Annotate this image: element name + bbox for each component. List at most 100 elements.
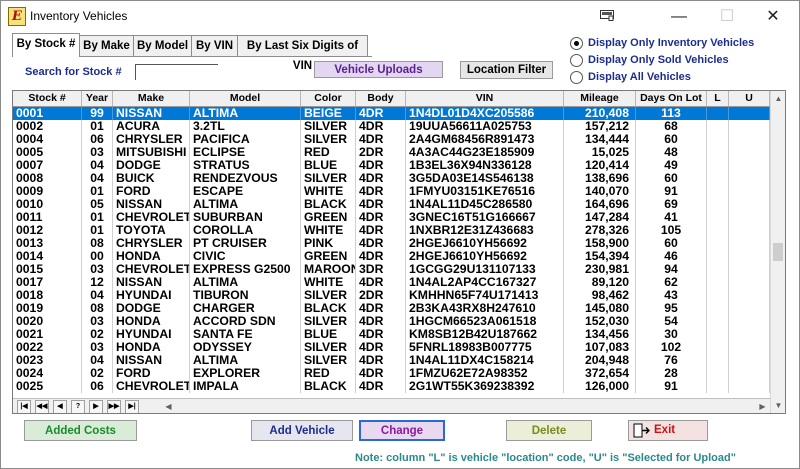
radio-button[interactable] <box>570 37 583 50</box>
table-cell: 4DR <box>356 198 406 211</box>
close-icon[interactable]: ✕ <box>750 4 796 30</box>
radio-button[interactable] <box>570 71 583 84</box>
record-nav-button[interactable]: ▶ <box>89 400 103 413</box>
table-row[interactable]: 0004 06 CHRYSLER PACIFICA SILVER 4DR 2A4GM6845… <box>13 133 770 146</box>
table-cell: 60 <box>636 133 707 146</box>
column-header[interactable]: Model <box>190 91 301 106</box>
keyboard-icon[interactable] <box>600 10 614 21</box>
added-costs-button[interactable]: Added Costs <box>24 420 137 441</box>
table-row[interactable]: 0014 00 HONDA CIVIC GREEN 4DR 2HGEJ6610YH56692… <box>13 250 770 263</box>
add-vehicle-button[interactable]: Add Vehicle <box>251 420 353 441</box>
column-header[interactable]: VIN <box>406 91 564 106</box>
vertical-scrollbar[interactable]: ▲ ▼ <box>770 91 785 413</box>
record-nav-button[interactable]: ? <box>71 400 85 413</box>
column-header[interactable]: Color <box>301 91 356 106</box>
change-button[interactable]: Change <box>359 420 445 441</box>
tab-by-vin[interactable]: By VIN <box>191 35 238 56</box>
table-cell: ACURA <box>113 120 190 133</box>
table-cell: 147,284 <box>564 211 636 224</box>
table-cell: 0013 <box>13 237 82 250</box>
record-nav-button[interactable]: ◀◀ <box>35 400 49 413</box>
table-cell: 2G1WT55K369238392 <box>406 380 564 393</box>
delete-button[interactable]: Delete <box>506 420 592 441</box>
table-cell: SILVER <box>301 120 356 133</box>
table-cell: ODYSSEY <box>190 341 301 354</box>
table-cell: 54 <box>636 315 707 328</box>
exit-button[interactable]: Exit <box>628 420 708 441</box>
table-row[interactable]: 0005 03 MITSUBISHI ECLIPSE RED 2DR 4A3AC44G23E… <box>13 146 770 159</box>
table-row[interactable]: 0007 04 DODGE STRATUS BLUE 4DR 1B3EL36X94N3361… <box>13 159 770 172</box>
table-row[interactable]: 0018 04 HYUNDAI TIBURON SILVER 2DR KMHHN65F74U… <box>13 289 770 302</box>
scroll-up-icon[interactable]: ▲ <box>771 91 785 106</box>
search-stock-input[interactable] <box>135 64 218 80</box>
table-row[interactable]: 0011 01 CHEVROLET SUBURBAN GREEN 4DR 3GNEC16T5… <box>13 211 770 224</box>
scroll-right-icon[interactable]: ▶ <box>755 400 770 413</box>
table-cell: 46 <box>636 250 707 263</box>
table-row[interactable]: 0025 06 CHEVROLET IMPALA BLACK 4DR 2G1WT55K369… <box>13 380 770 393</box>
scroll-left-icon[interactable]: ◀ <box>161 400 176 413</box>
table-cell: 02 <box>82 367 113 380</box>
table-cell: 06 <box>82 380 113 393</box>
tab-by-make[interactable]: By Make <box>79 35 134 56</box>
column-header[interactable]: Year <box>82 91 113 106</box>
table-cell: 120,414 <box>564 159 636 172</box>
table-row[interactable]: 0010 05 NISSAN ALTIMA BLACK 4DR 1N4AL11D45C286… <box>13 198 770 211</box>
table-cell: 4DR <box>356 315 406 328</box>
horizontal-scrollbar[interactable]: ◀ ▶ <box>161 400 770 413</box>
inventory-window: E Inventory Vehicles — ☐ ✕ By Stock # By… <box>0 0 800 469</box>
table-row[interactable]: 0013 08 CHRYSLER PT CRUISER PINK 4DR 2HGEJ6610… <box>13 237 770 250</box>
column-header[interactable]: L <box>707 91 729 106</box>
table-cell: 0009 <box>13 185 82 198</box>
minimize-icon[interactable]: — <box>656 4 702 30</box>
location-filter-button[interactable]: Location Filter <box>460 61 553 79</box>
record-nav-button[interactable]: ▶| <box>125 400 139 413</box>
table-cell <box>729 133 770 146</box>
radio-button[interactable] <box>570 54 583 67</box>
column-header[interactable]: Mileage <box>564 91 636 106</box>
table-row[interactable]: 0022 03 HONDA ODYSSEY SILVER 4DR 5FNRL18983B00… <box>13 341 770 354</box>
tab-by-last-six-vin[interactable]: By Last Six Digits of VIN <box>237 35 368 72</box>
table-row[interactable]: 0012 01 TOYOTA COROLLA WHITE 4DR 1NXBR12E31Z43… <box>13 224 770 237</box>
table-cell: CHEVROLET <box>113 380 190 393</box>
tab-by-model[interactable]: By Model <box>133 35 192 56</box>
column-header[interactable]: Make <box>113 91 190 106</box>
table-cell: NISSAN <box>113 354 190 367</box>
table-row[interactable]: 0015 03 CHEVROLET EXPRESS G2500 MAROON 3DR 1GC… <box>13 263 770 276</box>
table-row[interactable]: 0019 08 DODGE CHARGER BLACK 4DR 2B3KA43RX8H247… <box>13 302 770 315</box>
table-cell: 126,000 <box>564 380 636 393</box>
table-row[interactable]: 0001 99 NISSAN ALTIMA BEIGE 4DR 1N4DL01D4XC205… <box>13 107 770 120</box>
scroll-thumb[interactable] <box>773 243 783 261</box>
table-cell: PINK <box>301 237 356 250</box>
record-nav-button[interactable]: ▶▶ <box>107 400 121 413</box>
table-row[interactable]: 0009 01 FORD ESCAPE WHITE 4DR 1FMYU03151KE7651… <box>13 185 770 198</box>
column-header[interactable]: Body <box>356 91 406 106</box>
table-cell: 2A4GM68456R891473 <box>406 133 564 146</box>
table-row[interactable]: 0024 02 FORD EXPLORER RED 4DR 1FMZU62E72A98352… <box>13 367 770 380</box>
table-cell: 158,900 <box>564 237 636 250</box>
table-row[interactable]: 0023 04 NISSAN ALTIMA SILVER 4DR 1N4AL11DX4C15… <box>13 354 770 367</box>
column-header[interactable]: Stock # <box>13 91 82 106</box>
table-cell: RENDEZVOUS <box>190 172 301 185</box>
maximize-icon[interactable]: ☐ <box>704 4 750 30</box>
table-cell <box>729 120 770 133</box>
record-navigator: |◀ ◀◀ ◀? ▶ ▶▶ ▶| ◀ ▶ <box>13 398 770 413</box>
grid-header: Stock # Year Make Model Color Body VIN Mileage D… <box>13 91 770 107</box>
table-row[interactable]: 0002 01 ACURA 3.2TL SILVER 4DR 19UUA56611A0257… <box>13 120 770 133</box>
column-header[interactable]: Days On Lot <box>636 91 707 106</box>
table-cell: KM8SB12B42U187662 <box>406 328 564 341</box>
table-row[interactable]: 0020 03 HONDA ACCORD SDN SILVER 4DR 1HGCM66523… <box>13 315 770 328</box>
vehicle-uploads-button[interactable]: Vehicle Uploads <box>314 61 443 78</box>
radio-all[interactable]: Display All Vehicles <box>570 71 770 85</box>
tab-by-stock[interactable]: By Stock # <box>12 33 80 57</box>
scroll-down-icon[interactable]: ▼ <box>771 398 785 413</box>
table-row[interactable]: 0021 02 HYUNDAI SANTA FE BLUE 4DR KM8SB12B42U1… <box>13 328 770 341</box>
radio-inventory[interactable]: Display Only Inventory Vehicles <box>570 37 770 51</box>
record-nav-button[interactable]: |◀ <box>17 400 31 413</box>
column-header[interactable]: U <box>729 91 770 106</box>
table-row[interactable]: 0008 04 BUICK RENDEZVOUS SILVER 4DR 3G5DA03E14… <box>13 172 770 185</box>
table-cell: DODGE <box>113 302 190 315</box>
table-row[interactable]: 0017 12 NISSAN ALTIMA WHITE 4DR 1N4AL2AP4CC167… <box>13 276 770 289</box>
record-nav-button[interactable]: ◀ <box>53 400 67 413</box>
table-cell: DODGE <box>113 159 190 172</box>
radio-sold[interactable]: Display Only Sold Vehicles <box>570 54 770 68</box>
